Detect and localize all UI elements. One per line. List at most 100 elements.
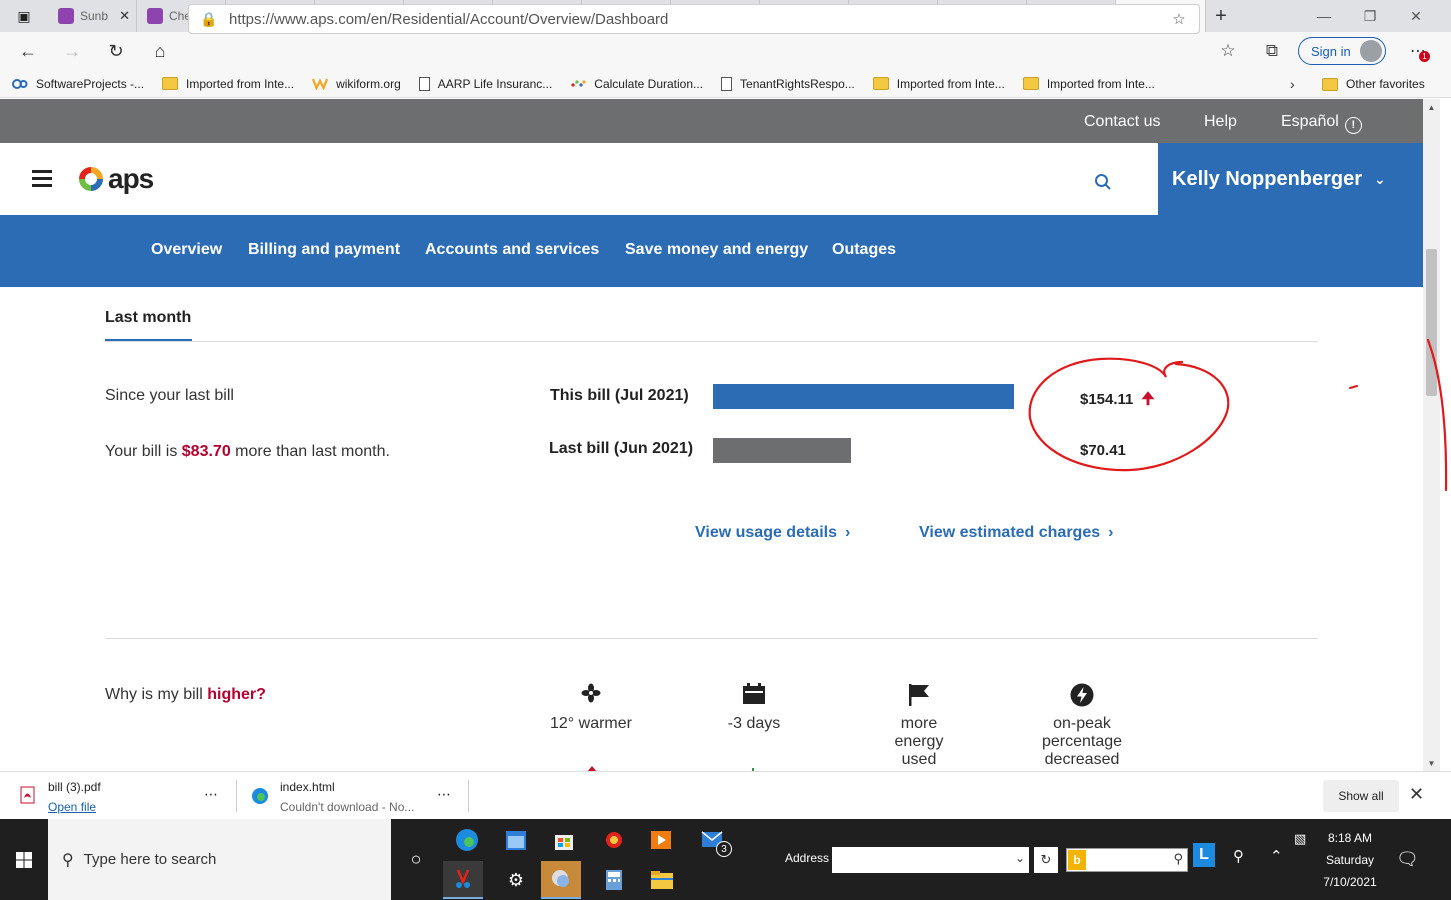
snipping-app-icon[interactable] — [443, 861, 483, 899]
back-icon[interactable]: ← — [6, 32, 50, 70]
view-usage-details-link[interactable]: View usage details › — [695, 524, 850, 542]
game-app-icon[interactable] — [594, 821, 634, 859]
bill-summary: Last month Since your last bill Your bil… — [0, 287, 1423, 771]
factor-energy-text: more energy used — [894, 715, 944, 768]
why-highlight: higher? — [207, 686, 266, 703]
favorites-icon[interactable]: ☆ — [1208, 32, 1248, 70]
address-bar[interactable]: 🔒 https://www.aps.com/en/Residential/Acc… — [188, 4, 1200, 34]
info-icon: ! — [1344, 116, 1362, 134]
bing-search-box[interactable]: b ⚲ — [1066, 848, 1188, 872]
new-tab-button[interactable]: + — [1206, 5, 1236, 28]
l-tray-icon[interactable]: L — [1193, 843, 1215, 867]
download-status: Couldn't download - No... — [280, 800, 415, 814]
favorite-item[interactable]: TenantRightsRespo... — [721, 76, 855, 91]
search-icon[interactable] — [1094, 173, 1112, 191]
nav-save-money-and-energy[interactable]: Save money and energy — [625, 241, 808, 259]
espanol-label: Español — [1281, 113, 1339, 130]
folder-icon — [162, 77, 179, 90]
tab-favicon-icon — [147, 8, 163, 24]
sign-in-button[interactable]: Sign in — [1298, 37, 1386, 65]
tab-favicon-icon — [58, 8, 74, 24]
favorite-item[interactable]: AARP Life Insuranc... — [418, 76, 552, 91]
cortana-icon[interactable]: ○ — [402, 845, 430, 873]
calculator-app-icon[interactable] — [594, 861, 634, 899]
edge-app-icon[interactable] — [447, 821, 487, 859]
taskbar-search-placeholder: Type here to search — [83, 851, 217, 868]
windows-start-icon[interactable] — [0, 819, 48, 900]
add-favorite-icon[interactable]: ☆ — [1159, 10, 1199, 28]
nav-outages[interactable]: Outages — [832, 241, 896, 259]
people-icon[interactable]: ⚲ — [1233, 847, 1244, 865]
user-name: Kelly Noppenberger — [1172, 167, 1363, 190]
other-favorites[interactable]: Other favorites — [1322, 77, 1425, 91]
site-header: aps Kelly Noppenberger ⌄ — [0, 143, 1423, 215]
contact-us-link[interactable]: Contact us — [1084, 113, 1160, 131]
user-menu-button[interactable]: Kelly Noppenberger ⌄ — [1158, 143, 1423, 215]
favorite-item[interactable]: Imported from Inte... — [1022, 77, 1155, 91]
aps-logo-mark-icon — [79, 167, 103, 191]
action-center-icon[interactable]: 🗨 — [1396, 849, 1419, 870]
chevron-up-icon[interactable]: ⌃ — [1270, 847, 1283, 865]
collections-icon[interactable]: ⧉ — [1252, 32, 1292, 70]
browser-tab[interactable]: Sunb ✕ — [48, 0, 137, 32]
since-last-bill-label: Since your last bill — [105, 387, 234, 404]
nav-overview[interactable]: Overview — [151, 241, 222, 259]
page-scrollbar[interactable]: ▲ ▼ — [1423, 99, 1440, 771]
favorite-item[interactable]: wikiform.org — [312, 77, 401, 91]
espanol-link[interactable]: Español! — [1281, 113, 1362, 134]
settings-more-icon[interactable]: ⋯ 1 — [1398, 32, 1438, 70]
taskbar-search-box[interactable]: ⚲ Type here to search — [48, 819, 391, 900]
mail-app-icon[interactable]: 3 — [694, 821, 734, 859]
photos-app-icon[interactable] — [541, 861, 581, 899]
settings-gear-icon[interactable]: ⚙ — [496, 861, 536, 899]
chevron-down-icon[interactable]: ⌄ — [1015, 851, 1025, 865]
download-more-icon[interactable]: ⋯ — [437, 786, 451, 803]
search-icon[interactable]: ⚲ — [1173, 851, 1183, 867]
help-link[interactable]: Help — [1204, 113, 1237, 131]
nav-billing-and-payment[interactable]: Billing and payment — [248, 241, 400, 259]
media-player-icon[interactable] — [641, 821, 681, 859]
favorite-item[interactable]: Imported from Inte... — [872, 77, 1005, 91]
favorites-bar: SoftwareProjects -... Imported from Inte.… — [0, 70, 1451, 98]
calendar-app-icon[interactable] — [496, 821, 536, 859]
favorite-item[interactable]: Calculate Duration... — [570, 77, 703, 91]
store-app-icon[interactable] — [544, 821, 584, 859]
home-icon[interactable]: ⌂ — [138, 32, 182, 70]
folder-icon — [872, 77, 889, 90]
show-all-downloads-button[interactable]: Show all — [1323, 780, 1399, 812]
close-tab-icon[interactable]: ✕ — [119, 8, 130, 24]
scroll-down-icon[interactable]: ▼ — [1423, 755, 1440, 771]
aps-logo-text: aps — [108, 163, 154, 194]
system-clock[interactable]: 8:18 AM Saturday 7/10/2021 — [1318, 827, 1382, 893]
last-bill-amount: $70.41 — [1080, 442, 1126, 459]
favorite-item[interactable]: SoftwareProjects -... — [12, 77, 144, 91]
refresh-icon[interactable]: ↻ — [94, 32, 138, 70]
network-icon[interactable]: ▧ — [1294, 831, 1306, 847]
aps-logo[interactable]: aps — [76, 163, 154, 195]
windows-taskbar: ⚲ Type here to search ○ 3 ⚙ Address ⌄ ↻ … — [0, 819, 1451, 900]
favorites-overflow-icon[interactable]: › — [1290, 76, 1295, 92]
factor-temperature-text: 12° warmer — [550, 715, 632, 732]
url-text[interactable]: https://www.aps.com/en/Residential/Accou… — [229, 11, 1159, 28]
address-refresh-icon[interactable]: ↻ — [1034, 847, 1058, 873]
tab-last-month[interactable]: Last month — [105, 309, 191, 327]
forward-icon[interactable]: → — [50, 32, 94, 70]
file-explorer-icon[interactable] — [642, 861, 682, 899]
favorite-item[interactable]: Imported from Inte... — [162, 77, 294, 91]
scrollbar-thumb[interactable] — [1426, 249, 1437, 396]
chevron-down-icon: ⌄ — [1374, 170, 1386, 187]
address-toolbar-input[interactable]: ⌄ — [832, 847, 1029, 873]
close-window-icon[interactable]: ✕ — [1393, 0, 1439, 32]
close-icon[interactable]: ✕ — [1409, 784, 1424, 805]
minimize-icon[interactable]: — — [1301, 0, 1347, 32]
open-file-link[interactable]: Open file — [48, 800, 96, 814]
view-estimated-charges-link[interactable]: View estimated charges › — [919, 524, 1113, 542]
utility-bar: Contact us Help Español! — [0, 99, 1423, 143]
tab-actions-icon[interactable]: ▣ — [0, 0, 48, 32]
scroll-up-icon[interactable]: ▲ — [1423, 99, 1440, 115]
download-more-icon[interactable]: ⋯ — [204, 786, 218, 803]
menu-icon[interactable] — [32, 170, 52, 187]
nav-accounts-and-services[interactable]: Accounts and services — [425, 241, 599, 259]
favorite-label: Imported from Inte... — [186, 76, 295, 91]
restore-icon[interactable]: ❐ — [1347, 0, 1393, 32]
